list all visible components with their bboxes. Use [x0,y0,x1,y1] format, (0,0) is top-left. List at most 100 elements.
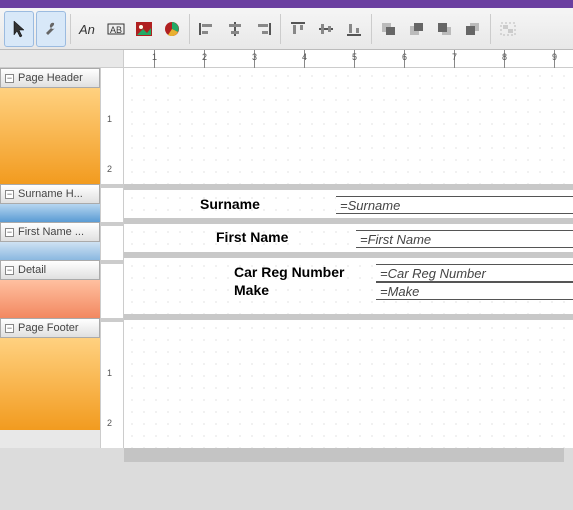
arrange-back-button[interactable] [460,12,486,46]
collapse-icon[interactable]: − [5,190,14,199]
field-surname[interactable]: =Surname [336,196,573,214]
ruler-tick [304,50,305,68]
pointer-tool-button[interactable] [4,11,34,47]
section-page-footer[interactable]: − Page Footer [0,318,100,430]
align-center-icon [226,21,244,37]
align-left-button[interactable] [194,12,220,46]
label-firstname[interactable]: First Name [216,229,288,245]
font-style-button[interactable]: An [75,12,101,46]
collapse-icon[interactable]: − [5,74,14,83]
design-area: − Page Header − Surname H... − First Nam… [0,68,573,448]
field-firstname[interactable]: =First Name [356,230,573,248]
vruler-num: 1 [107,368,112,378]
section-page-header[interactable]: − Page Header [0,68,100,184]
section-label: First Name ... [18,226,84,238]
toolbar: An AB [0,0,573,50]
arrange-front-button[interactable] [376,12,402,46]
band-page-footer[interactable] [124,320,573,448]
section-surname-header[interactable]: − Surname H... [0,184,100,222]
ruler-split [101,184,123,188]
ruler-tick [204,50,205,68]
ruler-tick [504,50,505,68]
bottom-area [0,448,573,510]
image-icon [135,21,153,37]
section-body [0,242,100,260]
arrange-front-icon [380,21,398,37]
ruler-split [101,222,123,226]
section-body [0,204,100,222]
chart-button[interactable] [159,12,185,46]
ruler-split [101,260,123,264]
valign-top-icon [289,21,307,37]
section-header-bar[interactable]: − Page Footer [0,318,100,338]
section-header-bar[interactable]: − Page Header [0,68,100,88]
collapse-icon[interactable]: − [5,324,14,333]
band-surname-header[interactable]: Surname =Surname [124,190,573,218]
align-right-icon [254,21,272,37]
section-body [0,88,100,184]
section-label: Page Footer [18,322,79,334]
image-button[interactable] [131,12,157,46]
vruler-num: 1 [107,114,112,124]
sections-column: − Page Header − Surname H... − First Nam… [0,68,100,448]
valign-bottom-icon [345,21,363,37]
vertical-ruler[interactable]: 1 2 1 2 [100,68,124,448]
ruler-tick [354,50,355,68]
section-label: Page Header [18,72,83,84]
valign-middle-button[interactable] [313,12,339,46]
ruler-tick [154,50,155,68]
field-carreg[interactable]: =Car Reg Number [376,264,573,282]
textbox-button[interactable]: AB [103,12,129,46]
valign-middle-icon [317,21,335,37]
wrench-icon [42,20,60,38]
label-carreg[interactable]: Car Reg Number [234,264,344,280]
separator [371,14,372,44]
group-button[interactable] [495,12,521,46]
align-left-icon [198,21,216,37]
collapse-icon[interactable]: − [5,266,14,275]
arrange-backward-button[interactable] [432,12,458,46]
label-surname[interactable]: Surname [200,196,260,212]
valign-bottom-button[interactable] [341,12,367,46]
section-firstname-header[interactable]: − First Name ... [0,222,100,260]
ruler-corner [0,50,124,67]
group-icon [499,21,517,37]
section-header-bar[interactable]: − First Name ... [0,222,100,242]
pie-chart-icon [163,20,181,38]
separator [280,14,281,44]
separator [189,14,190,44]
horizontal-ruler[interactable] [124,50,573,67]
section-label: Detail [18,264,46,276]
separator [490,14,491,44]
ruler-tick [554,50,555,68]
section-header-bar[interactable]: − Detail [0,260,100,280]
band-firstname-header[interactable]: First Name =First Name [124,224,573,252]
section-body [0,280,100,318]
band-detail[interactable]: Car Reg Number =Car Reg Number Make =Mak… [124,258,573,314]
align-center-button[interactable] [222,12,248,46]
ruler-tick [254,50,255,68]
separator [70,14,71,44]
align-right-button[interactable] [250,12,276,46]
arrange-forward-button[interactable] [404,12,430,46]
svg-text:AB: AB [110,25,122,35]
collapse-icon[interactable]: − [5,228,14,237]
font-icon: An [78,21,98,37]
design-mode-button[interactable] [36,11,66,47]
ruler-split [101,318,123,322]
horizontal-scrollbar[interactable] [124,448,564,462]
valign-top-button[interactable] [285,12,311,46]
pointer-icon [11,19,27,39]
report-canvas[interactable]: Surname =Surname First Name =First Name … [124,68,573,448]
section-label: Surname H... [18,188,83,200]
section-detail[interactable]: − Detail [0,260,100,318]
section-header-bar[interactable]: − Surname H... [0,184,100,204]
arrange-forward-icon [408,21,426,37]
label-make[interactable]: Make [234,282,269,298]
band-page-header[interactable] [124,68,573,184]
arrange-back-icon [464,21,482,37]
textbox-icon: AB [107,21,125,37]
section-body [0,338,100,430]
vruler-num: 2 [107,418,112,428]
field-make[interactable]: =Make [376,282,573,300]
